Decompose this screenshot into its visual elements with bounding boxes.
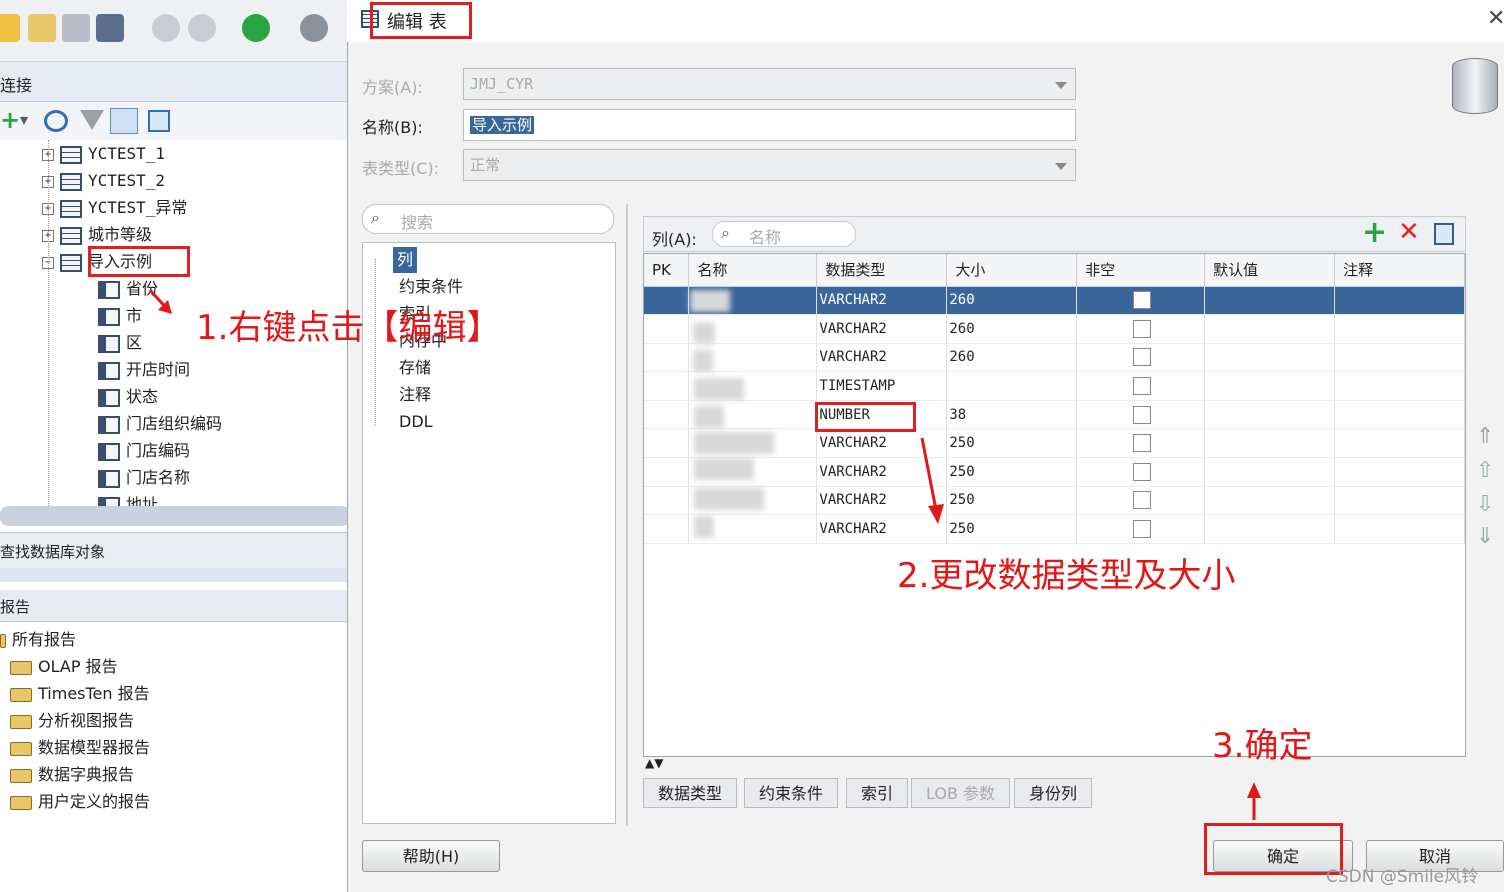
- arrow-step3-head: [1247, 782, 1261, 798]
- arrow-step2-head: [928, 504, 944, 524]
- annotation-step3: 3.确定: [1212, 726, 1313, 766]
- annotation-step2: 2.更改数据类型及大小: [897, 556, 1236, 596]
- annotation-step1: 1.右键点击【编辑】: [196, 308, 501, 348]
- watermark: CSDN @Smile风铃: [1326, 867, 1479, 887]
- arrow-step2: [920, 437, 938, 511]
